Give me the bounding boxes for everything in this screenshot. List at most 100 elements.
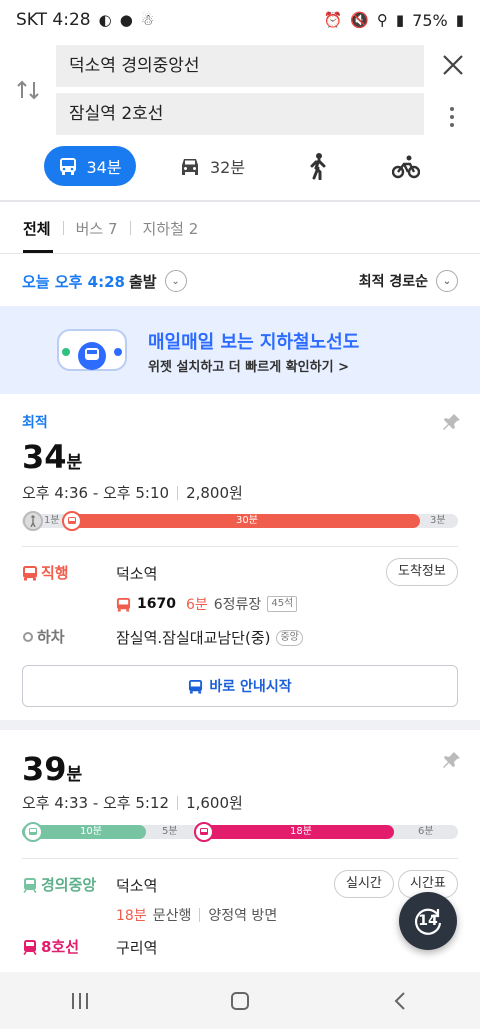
route-timeline-bar: 10분 5분 18분 6분 [22,822,458,842]
leg-boarding: 경의중앙 [22,874,96,895]
subway-icon [23,939,37,955]
status-bar: SKT 4:28 ◐ ● ☃ ⏰ 🔇 ⚲ ▮ 75% ▮ [0,0,480,40]
recent-apps-icon[interactable] [71,992,88,1009]
transfer-station[interactable]: 구리역 [116,937,157,958]
alighting-station[interactable]: 잠실역.잠실대교남단(중) 중앙 [116,627,303,648]
fare: 1,600원 [186,794,243,812]
fare: 2,800원 [186,484,243,502]
bus-icon [60,158,77,175]
subway-segment-label: 18분 [290,826,312,837]
boarding-station[interactable]: 덕소역 [116,563,157,584]
route-summary: 오후 4:33 - 오후 5:12 1,600원 [22,792,243,813]
travel-mode-tabs: 34분 32분 [0,146,480,188]
departure-label: 출발 [128,272,157,291]
leg-mode-label: 8호선 [41,938,80,956]
divider [0,720,480,730]
mode-car[interactable]: 32분 [178,146,245,186]
walk-segment-label: 3분 [430,515,446,526]
subway-icon [23,877,37,893]
separator [177,795,179,810]
boarding-station[interactable]: 덕소역 [116,875,157,896]
more-options-icon[interactable] [446,102,458,132]
train-direction: 문산행 [152,908,192,924]
departure-row: 오늘 오후 4:28 출발 ⌄ 최적 경로순 ⌄ [0,264,480,298]
mode-transit[interactable]: 34분 [44,146,136,186]
seat-count-tag: 45석 [267,596,298,612]
leg-boarding: 직행 [22,562,69,583]
subway-wait-time: 18분 [116,908,147,924]
bus-segment-label: 30분 [236,515,258,526]
mode-bike[interactable] [391,154,421,180]
banner-subtitle: 위젯 설치하고 더 빠르게 확인하기 > [148,360,349,375]
countdown-value: 14 [418,913,438,929]
bus-wait-time: 6분 [185,597,208,613]
route-search: 덕소역 경의중앙선 잠실역 2호선 [0,40,480,140]
leg-mode-label: 직행 [41,564,69,582]
time-range: 오후 4:36 - 오후 5:10 [22,484,170,502]
pin-icon[interactable] [442,750,462,770]
home-icon[interactable] [230,991,249,1010]
battery-percent: 75% [412,10,448,30]
carrier-time: SKT 4:28 [16,10,91,30]
alarm-icon: ⏰ [323,11,343,29]
chevron-down-icon: ⌄ [436,270,458,292]
leg-transfer: 8호선 [22,936,79,957]
route-timeline-bar: 1분 30분 3분 [22,511,458,531]
walk-segment-label: 1분 [44,515,60,526]
chevron-down-icon[interactable]: ⌄ [164,270,187,292]
sort-label: 최적 경로순 [358,274,428,290]
car-time: 32분 [210,158,246,177]
bus-icon [23,565,37,580]
close-icon[interactable] [438,50,468,80]
walk-node-icon [23,511,43,531]
platform-direction: 양정역 방면 [208,908,278,924]
leg-mode-label: 하차 [37,628,65,646]
banner-title: 매일매일 보는 지하철노선도 [148,332,360,353]
central-lane-tag: 중앙 [276,629,303,646]
divider [22,858,458,859]
stop-count: 6정류장 [213,597,262,613]
route-duration: 39분 [22,750,82,788]
sort-selector[interactable]: 최적 경로순 ⌄ [359,270,458,292]
bus-icon [189,679,203,694]
location-icon: ⚲ [376,11,388,29]
separator [199,908,201,922]
incognito-icon: ◐ [98,11,112,29]
swap-icon[interactable] [14,76,42,104]
mode-walk[interactable] [306,152,330,181]
alight-circle-icon [23,631,33,642]
subway-detail: 18분 문산행 양정역 방면 [116,905,277,925]
duration-unit: 분 [66,765,83,785]
origin-field[interactable]: 덕소역 경의중앙선 [56,45,424,87]
destination-field[interactable]: 잠실역 2호선 [56,93,424,135]
bus-number[interactable]: 1670 [137,596,176,612]
route-card[interactable]: 최적 34분 오후 4:36 - 오후 5:10 2,800원 1분 30분 3… [0,394,480,720]
mute-icon: 🔇 [350,11,369,29]
refresh-countdown-button[interactable]: 14 [399,892,457,950]
walk-segment-label: 6분 [418,826,434,837]
tab-separator [129,221,131,235]
alighting-station-name: 잠실역.잠실대교남단(중) [116,629,271,647]
widget-promo-banner[interactable]: 매일매일 보는 지하철노선도 위젯 설치하고 더 빠르게 확인하기 > [0,306,480,394]
duration-unit: 분 [66,453,83,473]
bus-node-icon [62,511,82,531]
back-icon[interactable] [392,991,408,1011]
departure-time[interactable]: 오늘 오후 4:28 [22,271,125,292]
tab-all[interactable]: 전체 [23,218,51,239]
start-navigation-label: 바로 안내시작 [209,679,292,695]
realtime-button[interactable]: 실시간 [334,870,394,898]
bus-detail: 1670 6분 6정류장 45석 [116,594,298,614]
leg-mode-label: 경의중앙 [41,876,97,894]
tab-subway[interactable]: 지하철 2 [143,218,199,239]
arrival-info-button[interactable]: 도착정보 [386,558,458,586]
divider [0,253,480,254]
pin-icon[interactable] [442,412,462,432]
subway-node-icon [23,822,43,842]
route-summary: 오후 4:36 - 오후 5:10 2,800원 [22,482,243,503]
subway-segment-label: 10분 [80,826,102,837]
bus-icon [116,597,131,612]
car-icon [182,159,198,175]
start-navigation-button[interactable]: 바로 안내시작 [22,665,458,707]
duration-value: 39 [22,750,67,788]
tab-bus[interactable]: 버스 7 [76,218,118,239]
